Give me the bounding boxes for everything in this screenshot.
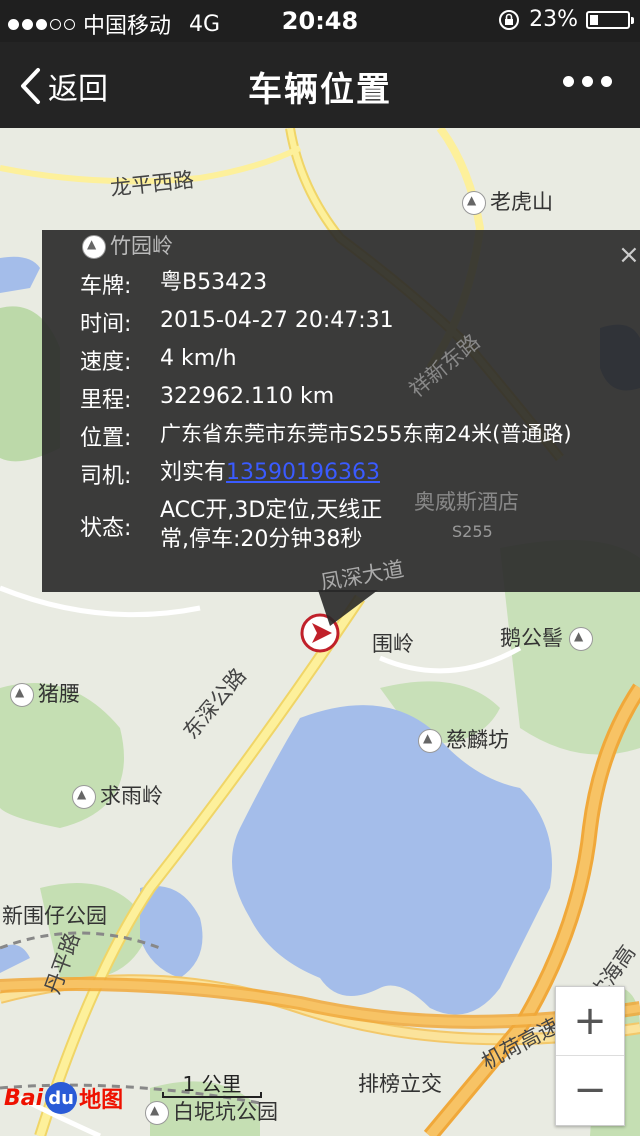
mountain-icon bbox=[462, 191, 486, 215]
time-value: 2015-04-27 20:47:31 bbox=[160, 308, 394, 333]
time-key: 时间: bbox=[80, 312, 132, 337]
map-label: 老虎山 bbox=[462, 186, 553, 216]
more-menu-button[interactable] bbox=[563, 76, 612, 87]
battery-percent: 23% bbox=[529, 7, 578, 32]
map-label: S255 bbox=[452, 522, 493, 541]
map-label: 围岭 bbox=[372, 632, 414, 656]
driver-phone-link[interactable]: 13590196363 bbox=[226, 460, 380, 485]
scale-bar bbox=[162, 1092, 262, 1098]
mountain-icon bbox=[72, 785, 96, 809]
baidu-logo: Bai du 地图 bbox=[4, 1082, 123, 1114]
map-label: 求雨岭 bbox=[72, 780, 163, 810]
nav-bar: 返回 车辆位置 bbox=[0, 42, 640, 128]
state-key: 状态: bbox=[80, 516, 132, 541]
popup-pointer bbox=[318, 590, 378, 626]
map-label: 慈麟坊 bbox=[418, 724, 509, 754]
map-label: 竹园岭 bbox=[82, 230, 173, 260]
map-label: 白坭坑公园 bbox=[145, 1096, 278, 1126]
map-label: 猪腰 bbox=[10, 678, 80, 708]
speed-key: 速度: bbox=[80, 350, 132, 375]
plate-key: 车牌: bbox=[80, 274, 132, 299]
rotation-lock-icon bbox=[499, 9, 520, 30]
mountain-icon bbox=[569, 627, 593, 651]
park-icon bbox=[145, 1101, 169, 1125]
zoom-out-button[interactable]: − bbox=[556, 1055, 624, 1124]
zoom-in-button[interactable]: + bbox=[556, 987, 624, 1055]
driver-name: 刘实有 bbox=[160, 460, 227, 485]
plate-value: 粤B53423 bbox=[160, 270, 268, 295]
state-value: ACC开,3D定位,天线正常,停车:20分钟38秒 bbox=[160, 498, 383, 552]
map-label: 鹅公髻 bbox=[500, 622, 597, 652]
close-icon[interactable]: × bbox=[618, 240, 640, 270]
status-bar: 中国移动 4G 20:48 23% bbox=[0, 0, 640, 42]
map-label: 新围仔公园 bbox=[2, 904, 107, 928]
location-key: 位置: bbox=[80, 426, 132, 451]
mountain-icon bbox=[10, 683, 34, 707]
driver-key: 司机: bbox=[80, 464, 132, 489]
map-label: 排榜立交 bbox=[358, 1072, 442, 1096]
paw-icon: du bbox=[45, 1082, 78, 1114]
battery-icon bbox=[586, 10, 634, 29]
more-icon bbox=[563, 76, 574, 87]
mountain-icon bbox=[82, 235, 106, 259]
mileage-value: 322962.110 km bbox=[160, 384, 335, 409]
mileage-key: 里程: bbox=[80, 388, 132, 413]
zoom-control: + − bbox=[555, 986, 625, 1126]
vehicle-info-popup: 竹园岭 车牌: 粤B53423 时间: 2015-04-27 20:47:31 速度… bbox=[42, 230, 640, 595]
museum-icon bbox=[418, 729, 442, 753]
page-title: 车辆位置 bbox=[248, 70, 392, 110]
speed-value: 4 km/h bbox=[160, 346, 237, 371]
map-label: 奥威斯酒店 bbox=[414, 490, 519, 514]
location-value: 广东省东莞市东莞市S255东南24米(普通路) bbox=[160, 422, 572, 446]
